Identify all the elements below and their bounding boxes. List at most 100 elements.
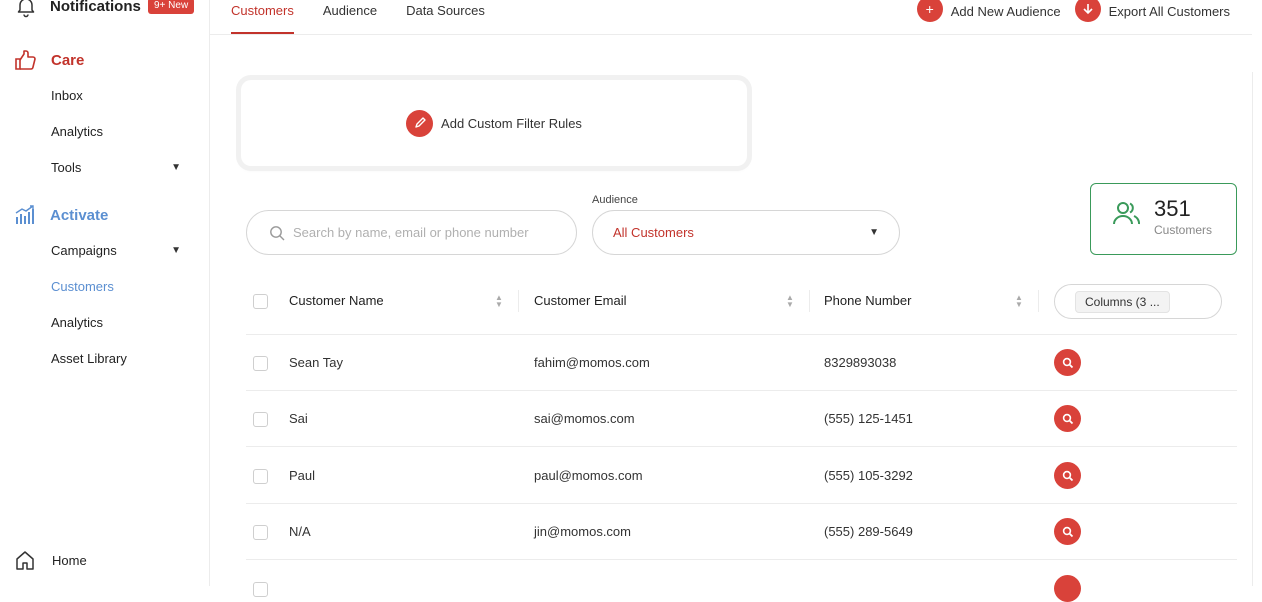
add-custom-filter-rules-button[interactable]: Add Custom Filter Rules	[241, 80, 747, 166]
audience-label: Audience	[592, 194, 638, 206]
notifications-label: Notifications	[50, 0, 141, 15]
add-new-audience-button[interactable]: + Add New Audience	[916, 0, 1061, 22]
column-separator	[518, 290, 519, 312]
add-new-audience-label: Add New Audience	[950, 3, 1061, 19]
select-all-checkbox[interactable]	[253, 294, 268, 309]
sidebar-item-label: Analytics	[51, 315, 104, 330]
export-all-customers-button[interactable]: Export All Customers	[1074, 0, 1230, 22]
sidebar-item-label: Customers	[51, 279, 114, 294]
column-header-email[interactable]: Customer Email	[534, 293, 626, 308]
care-icon	[15, 50, 36, 70]
table-row-partial	[246, 561, 1237, 602]
customer-email: jin@momos.com	[534, 524, 631, 539]
search-input[interactable]	[291, 224, 551, 241]
customer-name: N/A	[289, 524, 311, 539]
table-row: Sean Tay fahim@momos.com 8329893038	[246, 335, 1237, 391]
tab-audience[interactable]: Audience	[323, 0, 377, 35]
sidebar-section-care[interactable]: Care	[14, 49, 84, 71]
customer-count-label: Customers	[1154, 223, 1213, 237]
row-checkbox[interactable]	[253, 469, 268, 484]
notifications-badge: 9+ New	[148, 0, 195, 14]
row-checkbox[interactable]	[253, 525, 268, 540]
customer-phone: 8329893038	[824, 355, 897, 370]
table-row: N/A jin@momos.com (555) 289-5649	[246, 504, 1237, 560]
users-icon	[1113, 202, 1140, 225]
chevron-down-icon: ▼	[171, 245, 181, 256]
sidebar-item-label: Campaigns	[51, 243, 117, 258]
bell-icon	[17, 0, 35, 18]
customer-name: Sai	[289, 411, 308, 426]
view-icon	[1062, 357, 1073, 368]
table-header: Customer Name ▲ ▼ Customer Email ▲ ▼ Phone…	[246, 280, 1237, 335]
download-icon	[1074, 0, 1101, 22]
row-checkbox[interactable]	[253, 582, 268, 597]
column-header-phone[interactable]: Phone Number	[824, 293, 911, 308]
view-customer-button[interactable]	[1054, 518, 1081, 545]
sidebar-item-home[interactable]: Home	[14, 549, 87, 571]
row-checkbox[interactable]	[253, 412, 268, 427]
sidebar-section-activate[interactable]: Activate	[14, 204, 108, 226]
plus-icon: +	[916, 0, 943, 22]
activate-icon	[15, 205, 34, 224]
sort-icon[interactable]: ▲ ▼	[786, 294, 794, 309]
home-icon	[16, 551, 34, 570]
top-divider	[210, 34, 1252, 35]
customer-email: sai@momos.com	[534, 411, 635, 426]
sidebar: Notifications 9+ New Care Inbox Analytic…	[0, 0, 210, 586]
sidebar-item-inbox[interactable]: Inbox	[51, 88, 181, 103]
sidebar-item-label: Inbox	[51, 88, 83, 103]
customer-phone: (555) 289-5649	[824, 524, 913, 539]
column-header-name[interactable]: Customer Name	[289, 293, 384, 308]
sidebar-item-asset-library[interactable]: Asset Library	[51, 351, 181, 366]
view-icon	[1062, 470, 1073, 481]
row-checkbox[interactable]	[253, 356, 268, 371]
sidebar-item-activate-analytics[interactable]: Analytics	[51, 315, 181, 330]
export-all-customers-label: Export All Customers	[1108, 3, 1230, 19]
customer-email: paul@momos.com	[534, 468, 643, 483]
sidebar-section-activate-label: Activate	[50, 206, 109, 224]
sidebar-section-care-label: Care	[51, 51, 85, 69]
column-separator	[809, 290, 810, 312]
customer-email: fahim@momos.com	[534, 355, 650, 370]
search-icon	[270, 225, 285, 240]
customer-count-value: 351	[1154, 196, 1191, 221]
tab-data-sources[interactable]: Data Sources	[406, 0, 485, 35]
customer-name: Sean Tay	[289, 355, 343, 370]
content-divider	[1252, 72, 1253, 586]
chevron-down-icon: ▼	[869, 227, 879, 238]
view-icon	[1062, 413, 1073, 424]
sidebar-item-customers[interactable]: Customers	[51, 279, 181, 294]
audience-select[interactable]: All Customers ▼	[592, 210, 900, 255]
sidebar-item-tools[interactable]: Tools ▼	[51, 160, 181, 175]
view-customer-button[interactable]	[1054, 575, 1081, 602]
search-box	[246, 210, 577, 255]
sidebar-item-label: Analytics	[51, 124, 104, 139]
audience-select-value: All Customers	[613, 225, 694, 240]
pencil-icon	[406, 109, 434, 137]
column-separator	[1038, 290, 1039, 312]
view-customer-button[interactable]	[1054, 349, 1081, 376]
add-custom-filter-rules-label: Add Custom Filter Rules	[441, 115, 582, 131]
table-row: Paul paul@momos.com (555) 105-3292	[246, 448, 1237, 504]
table-row: Sai sai@momos.com (555) 125-1451	[246, 391, 1237, 447]
columns-button-label: Columns (3 ...	[1075, 290, 1170, 313]
customer-phone: (555) 125-1451	[824, 411, 913, 426]
sort-icon[interactable]: ▲ ▼	[1015, 294, 1023, 309]
sort-icon[interactable]: ▲ ▼	[495, 294, 503, 309]
view-customer-button[interactable]	[1054, 405, 1081, 432]
view-customer-button[interactable]	[1054, 462, 1081, 489]
sidebar-item-label: Tools	[51, 160, 82, 175]
customer-phone: (555) 105-3292	[824, 468, 913, 483]
tab-customers[interactable]: Customers	[231, 0, 294, 35]
customer-name: Paul	[289, 468, 316, 483]
sidebar-item-label: Home	[52, 552, 87, 568]
sidebar-item-campaigns[interactable]: Campaigns ▼	[51, 243, 181, 258]
top-tabs: Customers Audience Data Sources	[231, 0, 514, 35]
sidebar-item-label: Asset Library	[51, 351, 127, 366]
customer-count-card: 351 Customers	[1090, 183, 1237, 255]
top-actions: + Add New Audience Export All Customers	[903, 0, 1230, 22]
columns-button[interactable]: Columns (3 ...	[1054, 284, 1222, 319]
chevron-down-icon: ▼	[171, 162, 181, 173]
view-icon	[1062, 526, 1073, 537]
sidebar-item-care-analytics[interactable]: Analytics	[51, 124, 181, 139]
